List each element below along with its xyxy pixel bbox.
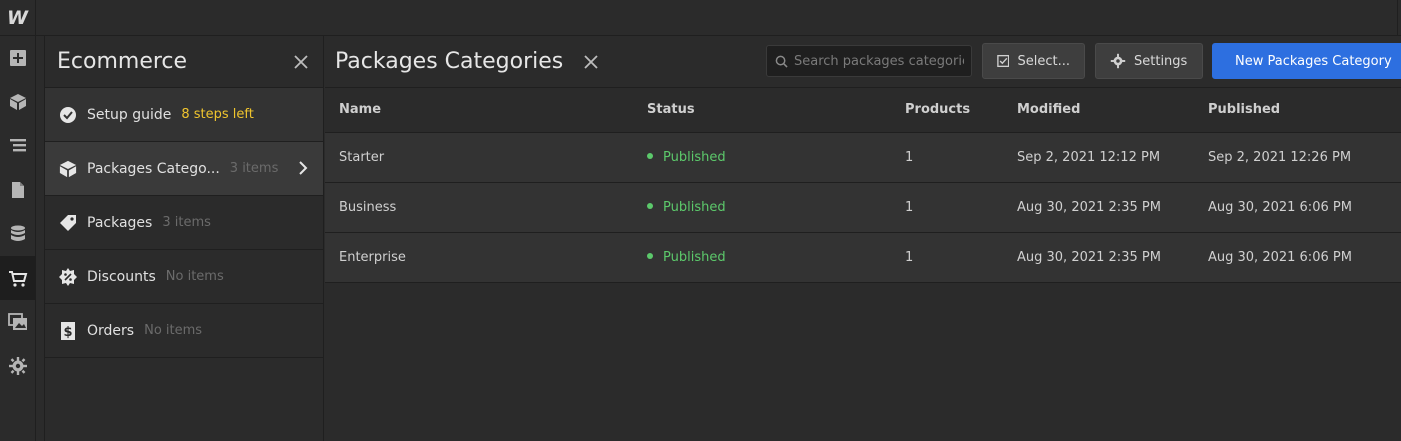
database-icon	[11, 225, 25, 241]
select-button[interactable]: Select...	[982, 43, 1085, 79]
column-header-modified[interactable]: Modified	[1003, 88, 1194, 133]
assets-icon	[8, 313, 27, 330]
top-bar: W	[0, 0, 1401, 36]
table-row[interactable]: Enterprise Published 1 Aug 30, 2021 2:35…	[325, 232, 1401, 283]
search-icon	[775, 55, 788, 68]
table-row[interactable]: Business Published 1 Aug 30, 2021 2:35 P…	[325, 182, 1401, 233]
sidebar-item-count: 3 items	[162, 215, 211, 230]
navigator-button[interactable]	[0, 124, 36, 168]
sidebar-item-count: 3 items	[229, 161, 279, 176]
cell-products: 1	[891, 232, 1003, 283]
webflow-logo[interactable]: W	[0, 0, 36, 36]
add-panel-button[interactable]	[0, 36, 36, 80]
cube-icon	[59, 160, 77, 178]
cell-status: Published	[633, 132, 891, 183]
add-icon	[10, 50, 26, 66]
cell-status: Published	[633, 182, 891, 233]
main-header: Packages Categories Select... Settings N…	[325, 36, 1401, 88]
tag-icon	[59, 214, 77, 232]
pages-button[interactable]	[0, 168, 36, 212]
search-box[interactable]	[766, 45, 972, 77]
table-row[interactable]: Starter Published 1 Sep 2, 2021 12:12 PM…	[325, 132, 1401, 183]
main-content: Packages Categories Select... Settings N…	[325, 36, 1401, 441]
chevron-right-icon	[299, 161, 308, 175]
column-header-published[interactable]: Published	[1194, 88, 1401, 133]
setup-steps-left: 8 steps left	[181, 107, 254, 122]
packages-categories-table: Name Status Products Modified Published …	[325, 88, 1401, 283]
column-header-name[interactable]: Name	[325, 88, 633, 133]
panel-title: Ecommerce	[57, 49, 188, 74]
status-text: Published	[663, 199, 726, 215]
page-title: Packages Categories	[335, 49, 564, 74]
cell-published: Aug 30, 2021 6:06 PM	[1194, 232, 1401, 283]
settings-button-label: Settings	[1134, 53, 1188, 69]
column-header-products[interactable]: Products	[891, 88, 1003, 133]
status-dot	[647, 253, 653, 259]
close-panel-button[interactable]	[291, 52, 311, 72]
new-packages-category-button[interactable]: New Packages Category	[1212, 43, 1401, 79]
settings-button[interactable]	[0, 344, 36, 388]
cell-products: 1	[891, 132, 1003, 183]
close-icon	[584, 54, 598, 69]
status-dot	[647, 153, 653, 159]
setup-guide-item[interactable]: Setup guide 8 steps left	[45, 88, 323, 142]
svg-text:$: $	[63, 325, 72, 340]
dollar-receipt-icon: $	[59, 321, 77, 340]
panel-header: Ecommerce	[45, 36, 323, 88]
cube-icon	[10, 94, 26, 110]
cms-button[interactable]	[0, 212, 36, 256]
cell-name: Enterprise	[325, 232, 633, 283]
sidebar-item-orders[interactable]: $ Orders No items	[45, 304, 323, 358]
logo-text: W	[7, 7, 28, 29]
close-icon	[294, 54, 308, 69]
check-circle-icon	[59, 106, 77, 124]
cell-modified: Sep 2, 2021 12:12 PM	[1003, 132, 1194, 183]
sidebar-item-label: Packages Catego...	[87, 160, 220, 177]
gear-icon	[9, 357, 27, 375]
close-collection-button[interactable]	[581, 52, 601, 72]
select-button-label: Select...	[1017, 53, 1070, 69]
discount-badge-icon	[59, 267, 77, 286]
assets-button[interactable]	[0, 300, 36, 344]
sidebar-item-packages[interactable]: Packages 3 items	[45, 196, 323, 250]
status-text: Published	[663, 249, 726, 265]
setup-guide-label: Setup guide	[87, 106, 172, 123]
rail-gap	[37, 36, 44, 441]
cell-status: Published	[633, 232, 891, 283]
table-header-row: Name Status Products Modified Published	[325, 88, 1401, 133]
sidebar-item-label: Orders	[87, 322, 135, 339]
components-button[interactable]	[0, 80, 36, 124]
cell-published: Sep 2, 2021 12:26 PM	[1194, 132, 1401, 183]
settings-button[interactable]: Settings	[1095, 43, 1203, 79]
divider	[1397, 0, 1398, 36]
checkbox-icon	[997, 54, 1010, 68]
sidebar-item-count: No items	[165, 269, 224, 284]
navigator-icon	[10, 139, 26, 152]
cell-modified: Aug 30, 2021 2:35 PM	[1003, 182, 1194, 233]
status-dot	[647, 203, 653, 209]
left-rail	[0, 36, 36, 441]
search-input[interactable]	[794, 53, 964, 69]
sidebar-item-discounts[interactable]: Discounts No items	[45, 250, 323, 304]
gear-icon	[1110, 53, 1126, 69]
column-header-status[interactable]: Status	[633, 88, 891, 133]
pages-icon	[12, 182, 24, 198]
cell-products: 1	[891, 182, 1003, 233]
status-text: Published	[663, 149, 726, 165]
sidebar-item-count: No items	[144, 323, 203, 338]
cell-name: Starter	[325, 132, 633, 183]
ecommerce-panel: Ecommerce Setup guide 8 steps left Packa…	[44, 36, 324, 441]
sidebar-item-label: Discounts	[87, 268, 156, 285]
ecommerce-button[interactable]	[0, 256, 36, 300]
cell-published: Aug 30, 2021 6:06 PM	[1194, 182, 1401, 233]
new-button-label: New Packages Category	[1235, 53, 1392, 69]
sidebar-item-packages-categories[interactable]: Packages Catego... 3 items	[45, 142, 323, 196]
sidebar-item-label: Packages	[87, 214, 153, 231]
cell-modified: Aug 30, 2021 2:35 PM	[1003, 232, 1194, 283]
cart-icon	[9, 271, 28, 287]
cell-name: Business	[325, 182, 633, 233]
